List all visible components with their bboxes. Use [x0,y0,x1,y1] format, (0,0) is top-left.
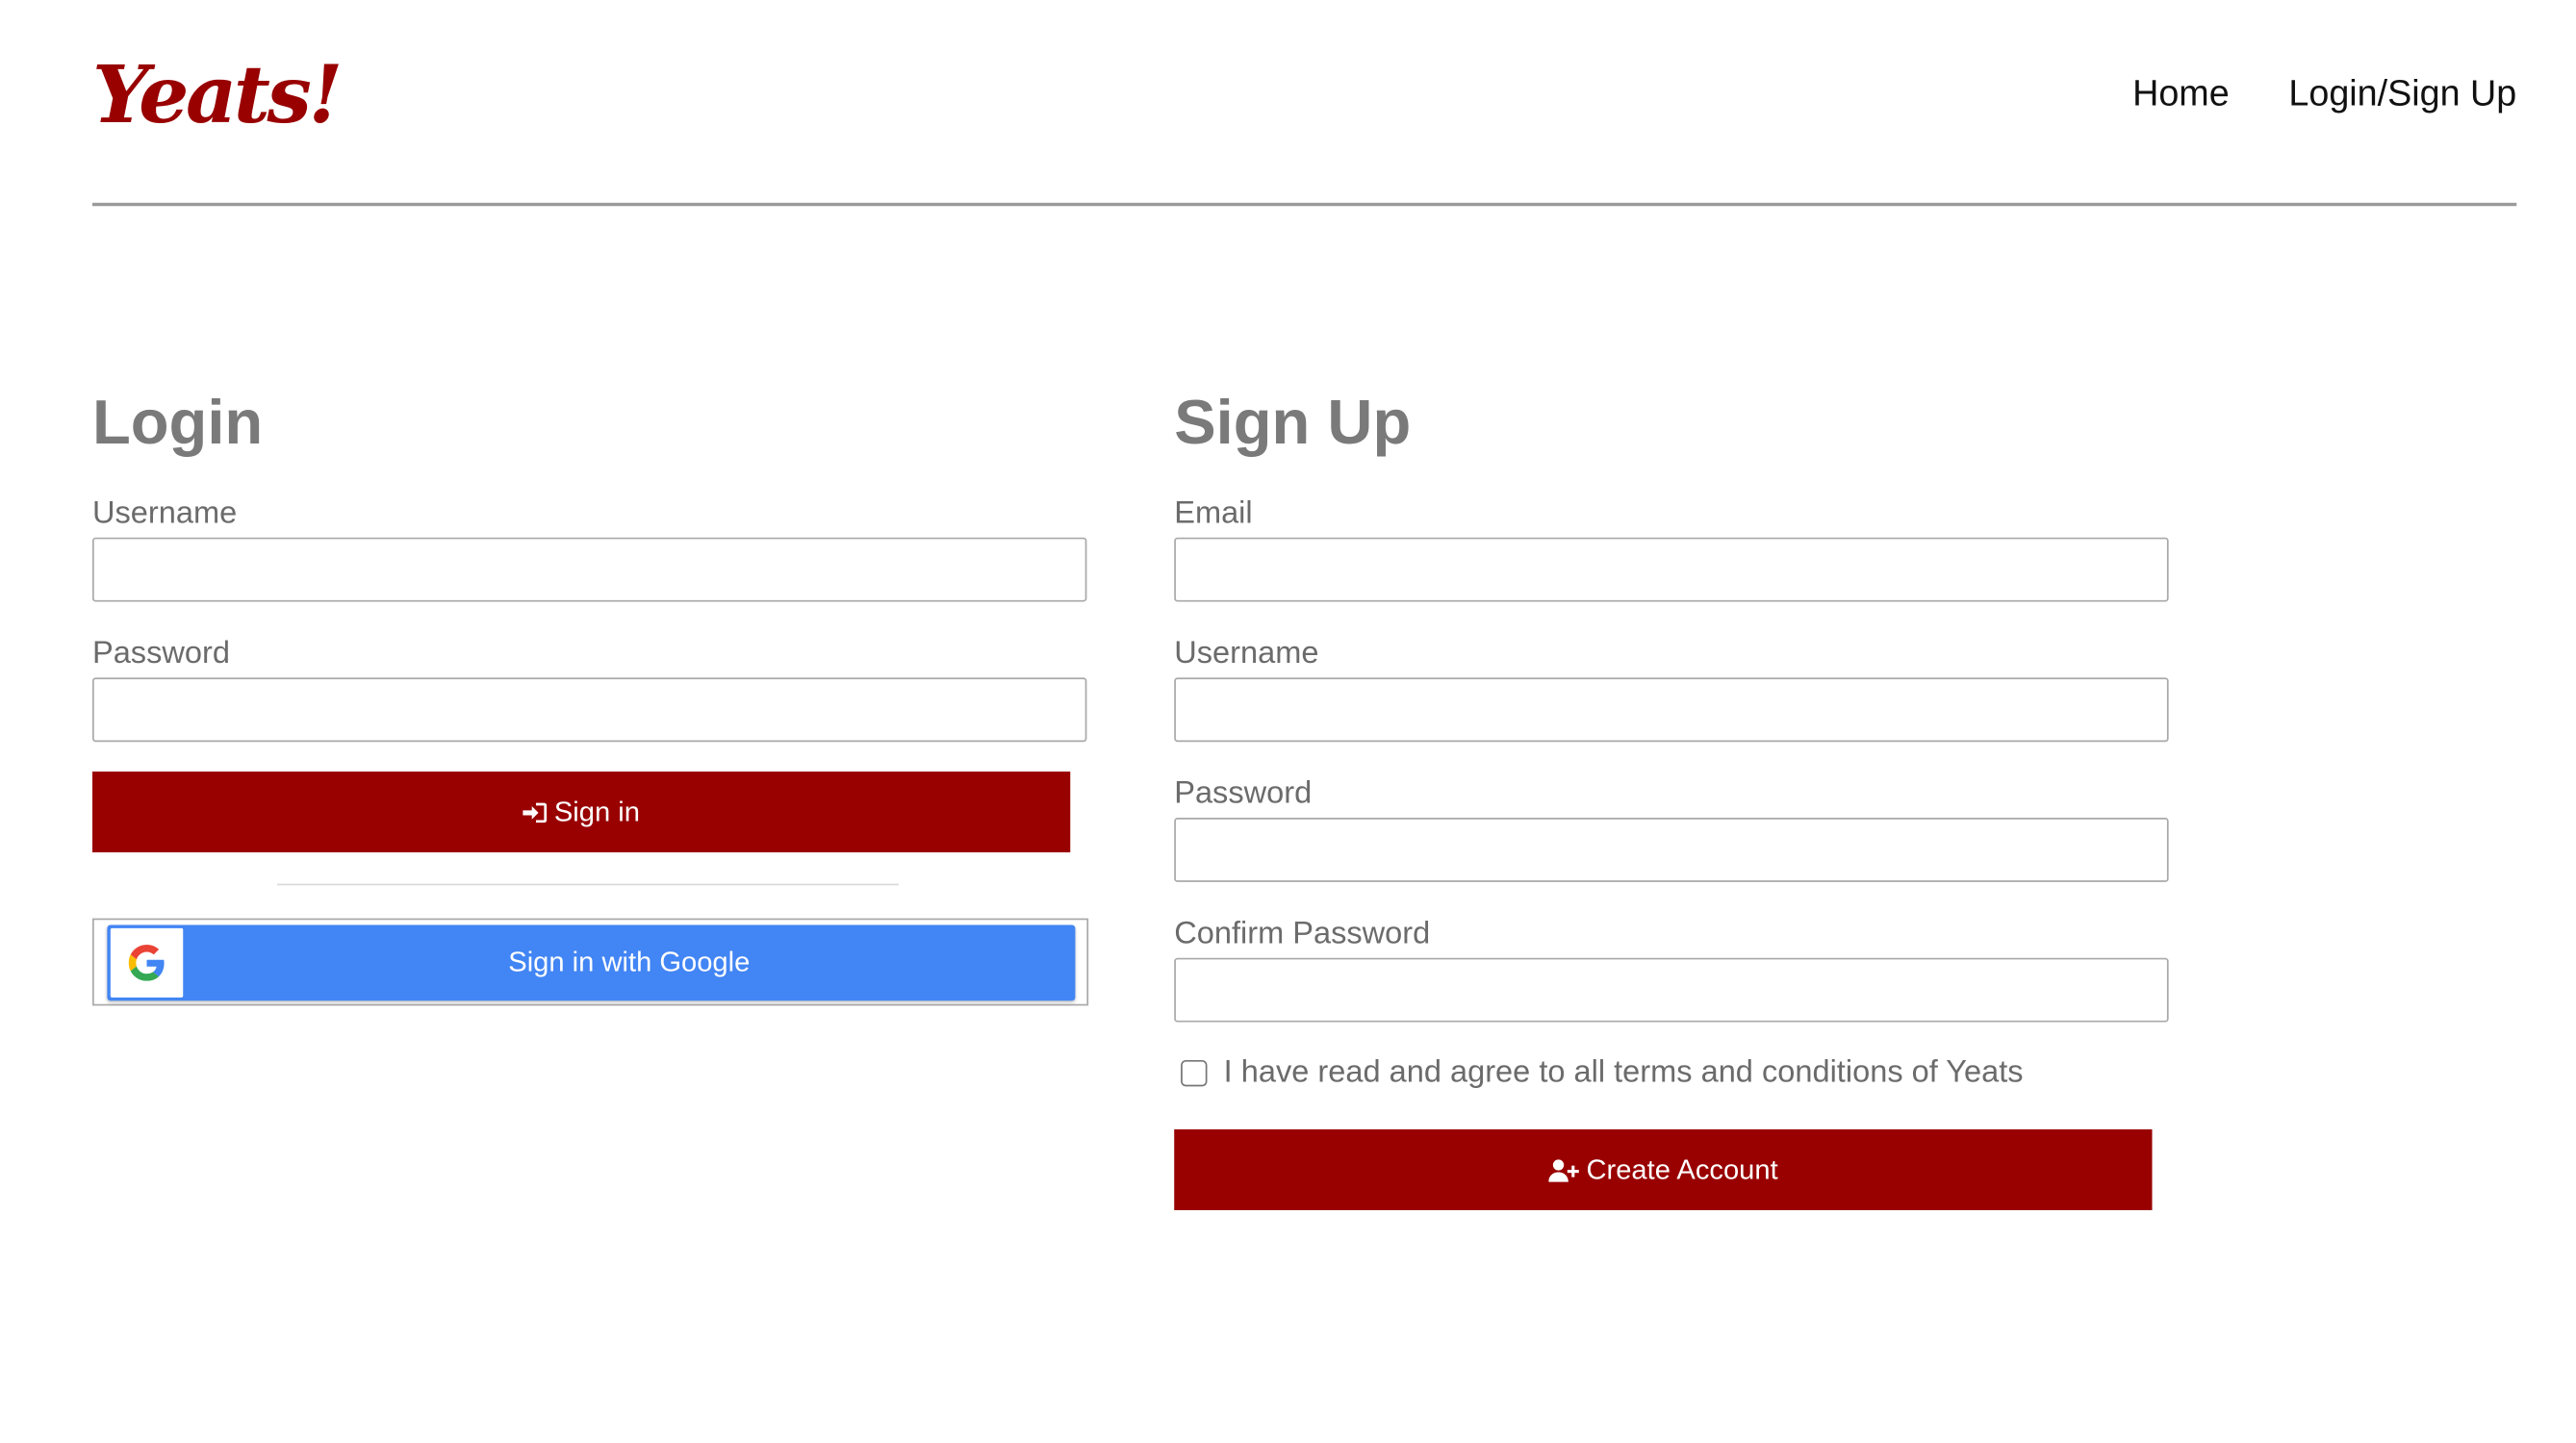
site-header: Yeats! Home Login/Sign Up [92,39,2516,204]
login-username-input[interactable] [91,537,1087,602]
header-divider [91,202,2517,207]
nav-login-signup-link[interactable]: Login/Sign Up [2288,72,2516,115]
signup-confirm-password-input[interactable] [1174,957,2169,1023]
create-account-button[interactable]: Create Account [1174,1128,2153,1210]
sign-in-button-label: Sign in [553,795,640,827]
login-password-label: Password [91,636,230,671]
create-account-button-label: Create Account [1586,1152,1778,1185]
top-nav: Home Login/Sign Up [2132,72,2516,115]
google-signin-button[interactable]: Sign in with Google [107,924,1076,1001]
signup-username-label: Username [1174,636,1319,671]
signup-title: Sign Up [1174,389,1412,459]
terms-checkbox[interactable] [1181,1059,1208,1087]
nav-home-link[interactable]: Home [2132,72,2230,115]
login-separator [276,883,900,886]
logo[interactable]: Yeats! [92,49,343,141]
terms-label: I have read and agree to all terms and c… [1223,1054,2024,1090]
login-username-label: Username [91,495,238,531]
login-password-input[interactable] [91,677,1087,743]
signup-username-input[interactable] [1174,677,2169,743]
login-title: Login [91,389,264,459]
page: Yeats! Home Login/Sign Up Login Username… [0,0,2576,1443]
google-g-icon [110,927,184,998]
google-signin-container: Sign in with Google [91,918,1089,1006]
signup-password-input[interactable] [1174,818,2169,882]
terms-row: I have read and agree to all terms and c… [1181,1054,2024,1092]
signup-password-label: Password [1174,776,1313,812]
signup-email-input[interactable] [1174,537,2169,602]
user-plus-icon [1548,1158,1580,1181]
sign-in-button[interactable]: Sign in [91,772,1071,853]
google-signin-label: Sign in with Google [508,946,751,978]
sign-in-icon [523,800,548,823]
signup-email-label: Email [1174,495,1253,531]
signup-confirm-password-label: Confirm Password [1174,916,1431,951]
